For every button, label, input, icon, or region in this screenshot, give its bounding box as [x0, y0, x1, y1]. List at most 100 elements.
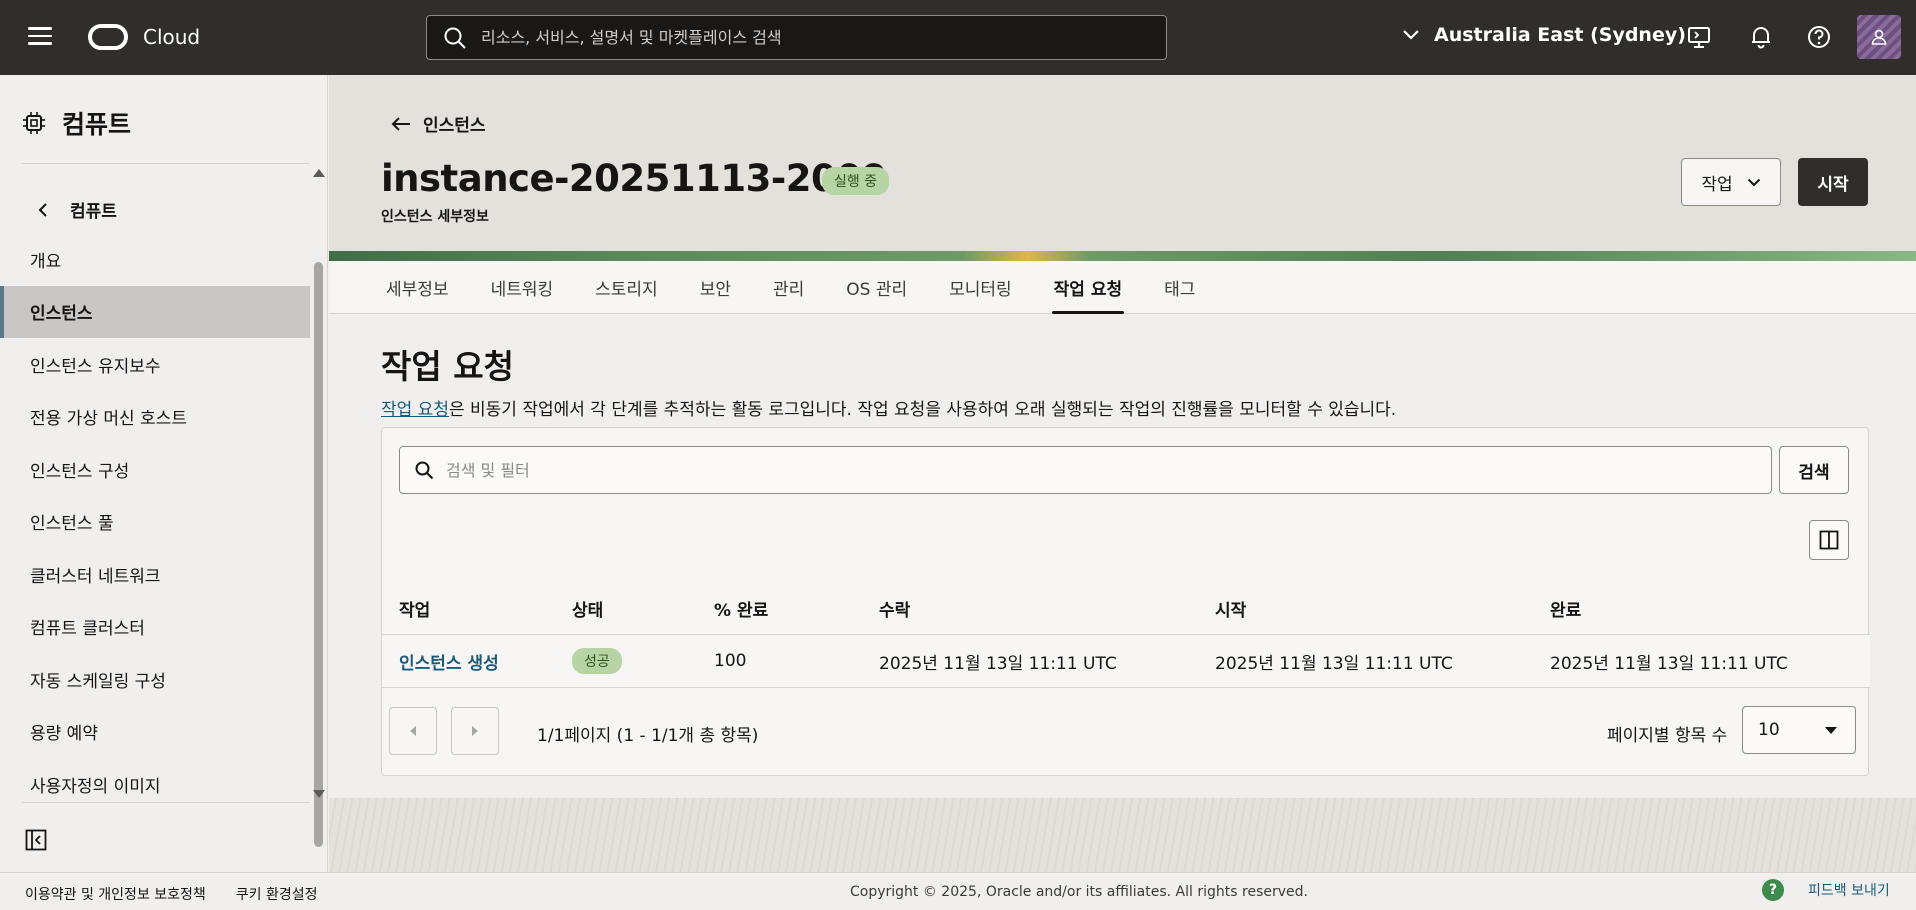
page-size-value: 10: [1758, 720, 1780, 740]
tab-monitoring[interactable]: 모니터링: [932, 261, 1029, 314]
caret-left-icon: [410, 726, 416, 736]
column-header-operation[interactable]: 작업: [399, 583, 430, 634]
page-subtitle: 인스턴스 세부정보: [381, 209, 489, 225]
status-badge: 실행 중: [822, 167, 890, 195]
oracle-logo-icon[interactable]: [88, 24, 128, 50]
help-chat-icon[interactable]: ?: [1762, 879, 1784, 901]
column-header-status[interactable]: 상태: [572, 583, 603, 634]
row-operation-cell: 인스턴스 생성: [399, 635, 499, 687]
chevron-down-icon: [1747, 178, 1760, 186]
send-feedback-link[interactable]: 피드백 보내기: [1808, 880, 1890, 900]
global-search[interactable]: [426, 15, 1167, 60]
sidebar-list: 개요 인스턴스 인스턴스 유지보수 전용 가상 머신 호스트 인스턴스 구성 인…: [0, 233, 310, 811]
actions-menu-label: 작업: [1701, 174, 1733, 195]
tab-work-requests[interactable]: 작업 요청: [1037, 261, 1139, 314]
tab-security[interactable]: 보안: [683, 261, 748, 314]
tab-os-management[interactable]: OS 관리: [829, 261, 924, 314]
sidebar-back-label: 컴퓨트: [70, 202, 117, 222]
tab-networking[interactable]: 네트워킹: [474, 261, 571, 314]
sidebar-title-text: 컴퓨트: [62, 110, 132, 139]
chevron-down-icon: [1403, 30, 1419, 40]
sidebar-item-dedicated-vm-hosts[interactable]: 전용 가상 머신 호스트: [0, 391, 310, 444]
next-page-button[interactable]: [451, 707, 499, 755]
region-selector[interactable]: Australia East (Sydney): [1402, 24, 1686, 46]
column-header-finished[interactable]: 완료: [1550, 583, 1581, 634]
cookie-preferences-link[interactable]: 쿠키 환경설정: [236, 884, 318, 904]
columns-icon: [1819, 530, 1839, 550]
decorative-background: [329, 798, 1916, 872]
table-header-row: 작업 상태 % 완료 수락 시작 완료: [382, 583, 1870, 635]
tab-bar: 세부정보 네트워킹 스토리지 보안 관리 OS 관리 모니터링 작업 요청 태그: [329, 261, 1916, 314]
section-title: 작업 요청: [381, 347, 514, 386]
chip-icon: [23, 112, 45, 134]
caret-right-icon: [472, 726, 478, 736]
row-status-cell: 성공: [572, 635, 622, 687]
logo-text[interactable]: Cloud: [143, 25, 200, 49]
scroll-thumb[interactable]: [314, 262, 323, 847]
previous-page-button[interactable]: [389, 707, 437, 755]
caret-down-icon: [1825, 727, 1837, 734]
column-header-started[interactable]: 시작: [1215, 583, 1246, 634]
search-button[interactable]: 검색: [1779, 446, 1849, 494]
page-size-select[interactable]: 10: [1742, 706, 1856, 754]
sidebar-item-compute-clusters[interactable]: 컴퓨트 클러스터: [0, 601, 310, 654]
cloud-shell-icon[interactable]: [1686, 24, 1712, 50]
decorative-banner: [329, 251, 1916, 261]
start-button[interactable]: 시작: [1798, 158, 1868, 206]
filter-search-box[interactable]: [399, 446, 1772, 494]
region-label: Australia East (Sydney): [1434, 24, 1686, 46]
menu-icon[interactable]: [28, 27, 52, 47]
sidebar-item-instance-pools[interactable]: 인스턴스 풀: [0, 496, 310, 549]
collapse-sidebar-icon[interactable]: [25, 829, 47, 851]
scroll-down-arrow-icon[interactable]: [313, 790, 325, 798]
sidebar-scrollbar[interactable]: [311, 165, 326, 847]
work-requests-doc-link[interactable]: 작업 요청: [381, 400, 449, 420]
page-title: instance-20251113-2009: [381, 157, 887, 200]
sidebar-item-capacity-reservations[interactable]: 용량 예약: [0, 706, 310, 759]
profile-avatar[interactable]: [1857, 15, 1901, 59]
terms-privacy-link[interactable]: 이용약관 및 개인정보 보호정책: [25, 884, 206, 904]
table-row: 인스턴스 생성 성공 100 2025년 11월 13일 11:11 UTC 2…: [382, 635, 1870, 688]
row-accepted-cell: 2025년 11월 13일 11:11 UTC: [879, 653, 1117, 674]
pagination-summary: 1/1페이지 (1 - 1/1개 총 항목): [537, 726, 759, 746]
footer-right: ? 피드백 보내기: [1762, 879, 1890, 901]
tab-storage[interactable]: 스토리지: [578, 261, 675, 314]
sidebar-item-autoscaling[interactable]: 자동 스케일링 구성: [0, 653, 310, 706]
filter-search-input[interactable]: [446, 460, 1746, 480]
success-status-badge: 성공: [572, 648, 622, 674]
row-started-cell: 2025년 11월 13일 11:11 UTC: [1215, 653, 1453, 674]
work-request-link[interactable]: 인스턴스 생성: [399, 649, 499, 674]
tab-tags[interactable]: 태그: [1147, 261, 1212, 314]
copyright-text: Copyright © 2025, Oracle and/or its affi…: [850, 884, 1308, 900]
arrow-left-icon: [391, 116, 410, 131]
top-navigation-bar: Cloud Australia East (Sydney): [0, 0, 1916, 75]
pagination: 1/1페이지 (1 - 1/1개 총 항목) 페이지별 항목 수 10: [382, 688, 1870, 777]
sidebar-item-instance-configurations[interactable]: 인스턴스 구성: [0, 443, 310, 496]
tab-details[interactable]: 세부정보: [369, 261, 466, 314]
sidebar: 컴퓨트 컴퓨트 개요 인스턴스 인스턴스 유지보수 전용 가상 머신 호스트 인…: [0, 75, 328, 872]
sidebar-item-instance-maintenance[interactable]: 인스턴스 유지보수: [0, 338, 310, 391]
tab-management[interactable]: 관리: [756, 261, 821, 314]
sidebar-bottom-divider: [22, 802, 309, 803]
sidebar-item-instances[interactable]: 인스턴스: [0, 285, 310, 338]
sidebar-item-cluster-networks[interactable]: 클러스터 네트워크: [0, 548, 310, 601]
search-icon: [415, 461, 434, 480]
search-icon: [444, 27, 466, 49]
back-to-instances-link[interactable]: 인스턴스: [391, 111, 486, 136]
footer: 이용약관 및 개인정보 보호정책 쿠키 환경설정 Copyright © 202…: [0, 872, 1916, 910]
sidebar-item-overview[interactable]: 개요: [0, 233, 310, 286]
column-header-percent-complete[interactable]: % 완료: [714, 583, 768, 634]
column-header-accepted[interactable]: 수락: [879, 583, 910, 634]
scroll-up-arrow-icon[interactable]: [313, 169, 325, 177]
back-link-label: 인스턴스: [423, 116, 486, 136]
section-description: 작업 요청은 비동기 작업에서 각 단계를 추적하는 활동 로그입니다. 작업 …: [381, 395, 1396, 420]
actions-menu-button[interactable]: 작업: [1681, 158, 1781, 206]
sidebar-back-compute[interactable]: 컴퓨트: [38, 197, 117, 222]
sidebar-divider: [22, 163, 309, 164]
global-search-input[interactable]: [481, 28, 1141, 47]
bell-icon[interactable]: [1748, 24, 1774, 50]
columns-toggle-button[interactable]: [1809, 520, 1849, 560]
help-icon[interactable]: [1806, 24, 1832, 50]
row-percent-cell: 100: [714, 651, 747, 671]
row-finished-cell: 2025년 11월 13일 11:11 UTC: [1550, 653, 1788, 674]
